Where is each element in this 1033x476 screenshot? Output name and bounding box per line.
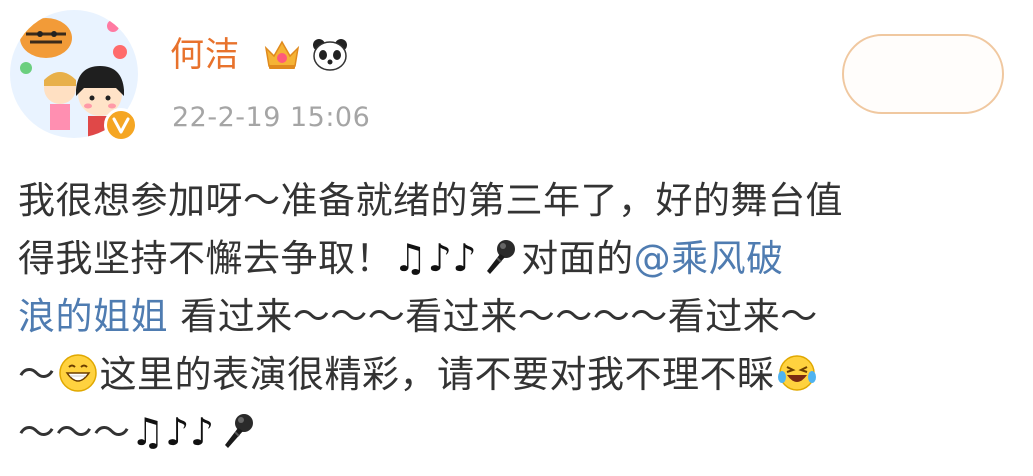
weibo-post: 何洁 22-2-19 15:06 我很想参加呀～准备就绪的第三年了，好的舞台值得… bbox=[0, 0, 1033, 476]
microphone-icon bbox=[215, 411, 259, 454]
avatar[interactable] bbox=[8, 8, 140, 142]
grinning-face-icon bbox=[56, 353, 100, 396]
mention-link[interactable]: @乘风破 bbox=[634, 237, 784, 280]
music-notes-icon: ♪♪ bbox=[427, 235, 478, 280]
post-text: 这里的表演很精彩，请不要对我不理不睬 bbox=[99, 353, 775, 396]
post-text: 看过来～～～看过来～～～～看过来～ bbox=[168, 295, 818, 338]
content-line: 我很想参加呀～准备就绪的第三年了，好的舞台值 bbox=[18, 172, 1018, 230]
crown-badge-icon[interactable] bbox=[262, 36, 302, 76]
microphone-icon bbox=[477, 237, 521, 280]
content-line: ～ 这里的表演很精彩，请不要对我不理不睬 bbox=[18, 346, 1018, 404]
music-note-icon: ♫ bbox=[130, 409, 166, 454]
music-note-icon: ♫ bbox=[393, 235, 428, 280]
post-text: 我很想参加呀～准备就绪的第三年了，好的舞台值 bbox=[18, 179, 843, 222]
post-text: ～ bbox=[18, 353, 56, 396]
panda-badge-icon[interactable] bbox=[310, 36, 350, 76]
laughing-tears-face-icon bbox=[775, 353, 819, 396]
content-line: 得我坚持不懈去争取！♫♪♪ 对面的@乘风破 bbox=[18, 230, 1018, 288]
content-line: 浪的姐姐 看过来～～～看过来～～～～看过来～ bbox=[18, 288, 1018, 346]
username[interactable]: 何洁 bbox=[170, 38, 240, 72]
post-text: 对面的 bbox=[521, 237, 634, 280]
user-badges bbox=[262, 36, 350, 76]
verified-badge-icon bbox=[104, 108, 138, 142]
post-timestamp: 22-2-19 15:06 bbox=[172, 102, 371, 133]
post-text: ～～～ bbox=[18, 411, 131, 454]
content-line: ～～～♫♪♪ bbox=[18, 404, 1018, 462]
mention-link[interactable]: 浪的姐姐 bbox=[18, 295, 168, 338]
music-notes-icon: ♪♪ bbox=[165, 409, 215, 454]
post-content: 我很想参加呀～准备就绪的第三年了，好的舞台值 得我坚持不懈去争取！♫♪♪ 对面的@乘… bbox=[18, 172, 1018, 462]
follow-button[interactable] bbox=[842, 34, 1004, 114]
post-text: 得我坚持不懈去争取！ bbox=[18, 237, 393, 280]
